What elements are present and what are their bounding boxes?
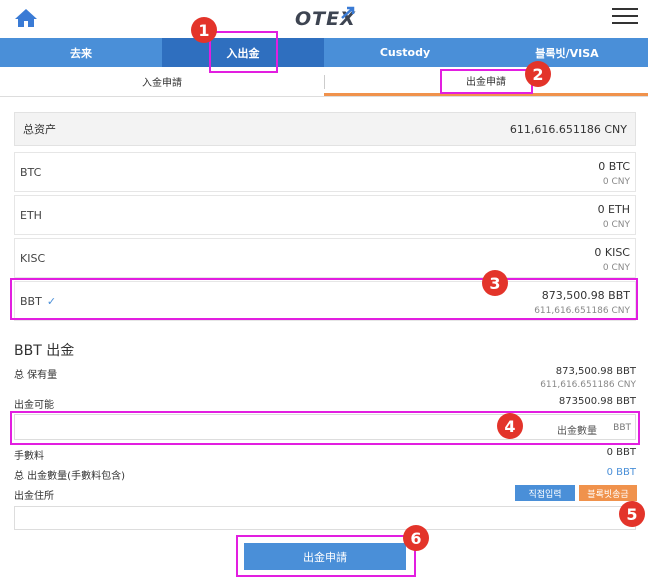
coin-amount: 0 ETH bbox=[597, 203, 630, 216]
highlight-box-3 bbox=[10, 278, 638, 320]
available-label: 出金可能 bbox=[14, 400, 54, 411]
holdings-label: 总 保有量 bbox=[14, 370, 58, 381]
total-withdraw-value: 0 BBT bbox=[606, 467, 636, 478]
address-label: 出金住所 bbox=[14, 491, 54, 502]
step-marker-2: 2 bbox=[525, 61, 551, 87]
fee-value: 0 BBT bbox=[606, 447, 636, 458]
coin-cny: 0 CNY bbox=[602, 263, 630, 273]
coin-amount: 0 KISC bbox=[594, 246, 630, 259]
withdraw-address-input[interactable] bbox=[15, 507, 635, 529]
coin-cny: 0 CNY bbox=[602, 177, 630, 187]
available-row: 出金可能 873500.98 BBT bbox=[14, 396, 636, 411]
step-marker-5: 5 bbox=[619, 501, 645, 527]
direct-input-button[interactable]: 직접입력 bbox=[515, 485, 575, 501]
app-header: OTEX bbox=[0, 0, 648, 38]
step-marker-3: 3 bbox=[482, 270, 508, 296]
hamburger-menu-icon[interactable] bbox=[612, 8, 638, 28]
withdraw-address-field[interactable] bbox=[14, 506, 636, 530]
withdraw-section-title: BBT 出金 bbox=[14, 343, 75, 359]
total-assets-label: 总资产 bbox=[23, 123, 56, 136]
fee-label: 手數料 bbox=[14, 451, 44, 462]
coin-row-kisc[interactable]: KISC 0 KISC 0 CNY bbox=[14, 238, 636, 278]
home-icon[interactable] bbox=[14, 8, 38, 28]
nav-tab-trade[interactable]: 去来 bbox=[0, 38, 162, 67]
fee-row: 手數料 0 BBT bbox=[14, 447, 636, 462]
highlight-box-2 bbox=[440, 69, 533, 94]
step-marker-4: 4 bbox=[497, 413, 523, 439]
nav-tab-blockbit-visa[interactable]: 블록빗/VISA bbox=[486, 38, 648, 67]
total-assets-value: 611,616.651186 CNY bbox=[509, 122, 627, 136]
available-value: 873500.98 BBT bbox=[558, 396, 636, 407]
coin-name: KISC bbox=[20, 252, 46, 265]
coin-amount: 0 BTC bbox=[598, 160, 630, 173]
nav-tab-custody[interactable]: Custody bbox=[324, 38, 486, 67]
highlight-box-6 bbox=[236, 535, 416, 577]
total-assets-bar: 总资产 611,616.651186 CNY bbox=[14, 112, 636, 146]
main-nav: 去来 入出金 Custody 블록빗/VISA bbox=[0, 38, 648, 67]
blockbit-transfer-button[interactable]: 블록빗송금 bbox=[579, 485, 637, 501]
coin-name: BTC bbox=[20, 166, 42, 179]
coin-row-eth[interactable]: ETH 0 ETH 0 CNY bbox=[14, 195, 636, 235]
step-marker-1: 1 bbox=[191, 17, 217, 43]
total-withdraw-label: 总 出金數量(手數料包含) bbox=[14, 471, 125, 482]
highlight-box-1 bbox=[209, 31, 278, 73]
holdings-cny: 611,616.651186 CNY bbox=[540, 380, 636, 390]
holdings-row: 总 保有量 873,500.98 BBT 611,616.651186 CNY bbox=[14, 366, 636, 394]
total-withdraw-row: 总 出金數量(手數料包含) 0 BBT bbox=[14, 467, 636, 482]
logo-arrow-icon bbox=[341, 6, 355, 19]
holdings-value: 873,500.98 BBT bbox=[555, 366, 636, 377]
highlight-box-4 bbox=[10, 411, 640, 445]
coin-name: ETH bbox=[20, 209, 42, 222]
coin-cny: 0 CNY bbox=[602, 220, 630, 230]
step-marker-6: 6 bbox=[403, 525, 429, 551]
coin-row-btc[interactable]: BTC 0 BTC 0 CNY bbox=[14, 152, 636, 192]
